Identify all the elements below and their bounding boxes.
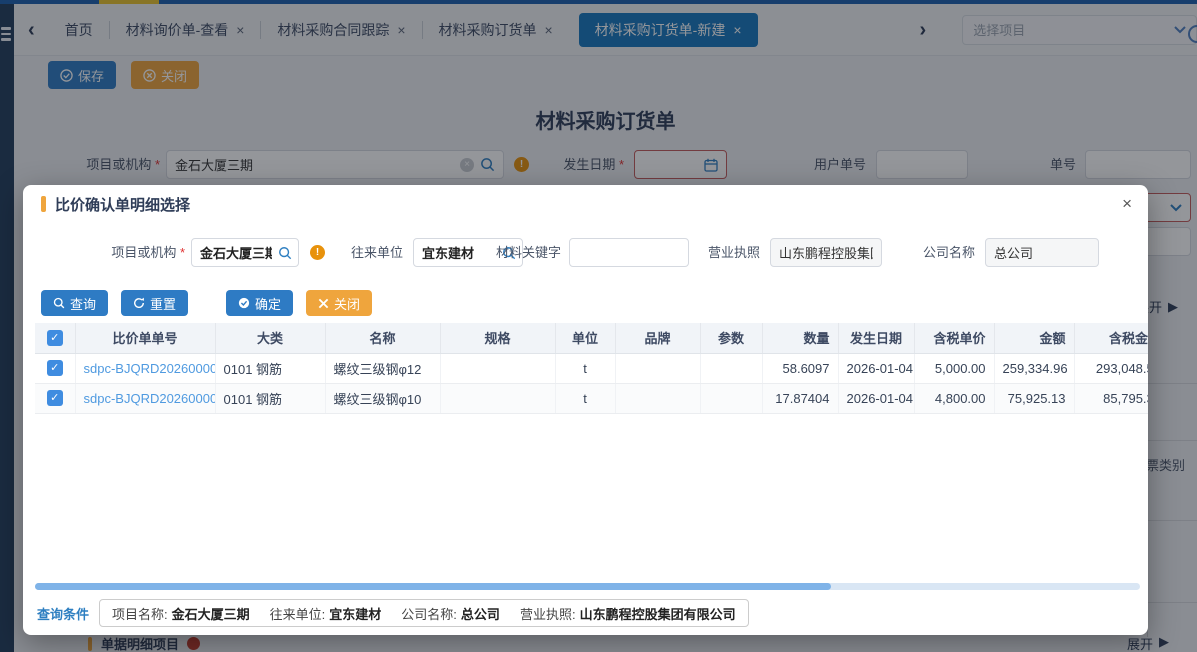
dialog-close-button-label: 关闭 (334, 294, 360, 313)
brand-cell (615, 383, 700, 413)
query-button[interactable]: 查询 (41, 290, 108, 316)
col-order-no: 比价单单号 (75, 323, 215, 353)
spec-cell (440, 383, 555, 413)
col-date: 发生日期 (838, 323, 914, 353)
order-no-link[interactable]: sdpc-BJQRD20260000 (75, 353, 215, 383)
scrollbar-thumb[interactable] (35, 583, 831, 590)
col-amount: 金额 (994, 323, 1074, 353)
dlg-project-field[interactable] (191, 238, 299, 267)
dlg-company-field (985, 238, 1099, 267)
dlg-license-field (770, 238, 882, 267)
row-select-cell: ✓ (35, 353, 75, 383)
dialog-title: 比价确认单明细选择 (55, 194, 190, 215)
col-qty: 数量 (762, 323, 838, 353)
unit-cell: t (555, 353, 615, 383)
param-cell (700, 383, 762, 413)
col-name: 名称 (325, 323, 440, 353)
col-param: 参数 (700, 323, 762, 353)
reset-button-label: 重置 (150, 294, 176, 313)
dlg-keyword-input[interactable] (578, 245, 680, 260)
select-all-header: ✓ (35, 323, 75, 353)
col-tax-amount: 含税金额 (1074, 323, 1148, 353)
name-cell: 螺纹三级钢φ10 (325, 383, 440, 413)
reset-button[interactable]: 重置 (121, 290, 188, 316)
qty-cell: 17.87404 (762, 383, 838, 413)
cond-value: 总公司 (461, 604, 500, 623)
tax-amount-cell: 293,048.50 (1074, 353, 1148, 383)
dialog-header: 比价确认单明细选择 (23, 185, 1148, 223)
close-icon (318, 298, 329, 309)
dlg-license-input (779, 245, 873, 260)
dlg-project-input[interactable] (200, 245, 272, 260)
search-icon[interactable] (278, 246, 292, 260)
query-conditions: 查询条件 项目名称:金石大厦三期 往来单位:宜东建材 公司名称:总公司 营业执照… (37, 599, 749, 627)
dlg-project-label: 项目或机构 (63, 238, 185, 267)
param-cell (700, 353, 762, 383)
query-button-label: 查询 (70, 294, 96, 313)
table-row[interactable]: ✓ sdpc-BJQRD20260000 0101 钢筋 螺纹三级钢φ12 t … (35, 353, 1148, 383)
dlg-partner-label: 往来单位 (341, 238, 403, 267)
search-icon (53, 297, 65, 309)
order-no-link[interactable]: sdpc-BJQRD20260000 (75, 383, 215, 413)
col-unit: 单位 (555, 323, 615, 353)
category-cell: 0101 钢筋 (215, 383, 325, 413)
cond-value: 金石大厦三期 (172, 604, 250, 623)
cond-key: 往来单位: (270, 604, 326, 623)
cond-key: 公司名称: (401, 604, 457, 623)
check-circle-icon (238, 297, 250, 309)
cond-key: 项目名称: (112, 604, 168, 623)
cond-value: 宜东建材 (329, 604, 381, 623)
info-icon[interactable]: ! (310, 245, 325, 260)
confirm-button-label: 确定 (255, 294, 281, 313)
table-header-row: ✓ 比价单单号 大类 名称 规格 单位 品牌 参数 数量 发生日期 含税单价 金… (35, 323, 1148, 353)
unit-cell: t (555, 383, 615, 413)
app-window: ‹ 首页 材料询价单-查看× 材料采购合同跟踪× 材料采购订货单× 材料采购订货… (0, 0, 1197, 652)
category-cell: 0101 钢筋 (215, 353, 325, 383)
col-spec: 规格 (440, 323, 555, 353)
cond-key: 营业执照: (520, 604, 576, 623)
col-unit-price: 含税单价 (914, 323, 994, 353)
amount-cell: 75,925.13 (994, 383, 1074, 413)
confirm-button[interactable]: 确定 (226, 290, 293, 316)
query-conditions-label: 查询条件 (37, 604, 89, 623)
col-brand: 品牌 (615, 323, 700, 353)
dialog-close-button[interactable]: 关闭 (306, 290, 372, 316)
dlg-company-input (994, 245, 1090, 260)
refresh-icon (133, 297, 145, 309)
row-select-cell: ✓ (35, 383, 75, 413)
col-category: 大类 (215, 323, 325, 353)
tax-amount-cell: 85,795.39 (1074, 383, 1148, 413)
amount-cell: 259,334.96 (994, 353, 1074, 383)
compare-detail-table: ✓ 比价单单号 大类 名称 规格 单位 品牌 参数 数量 发生日期 含税单价 金… (35, 323, 1148, 414)
qty-cell: 58.6097 (762, 353, 838, 383)
date-cell: 2026-01-04 (838, 353, 914, 383)
dlg-license-label: 营业执照 (685, 238, 760, 267)
dlg-keyword-field[interactable] (569, 238, 689, 267)
date-cell: 2026-01-04 (838, 383, 914, 413)
unit-price-cell: 4,800.00 (914, 383, 994, 413)
name-cell: 螺纹三级钢φ12 (325, 353, 440, 383)
cond-value: 山东鹏程控股集团有限公司 (580, 604, 736, 623)
title-marker (41, 196, 46, 212)
select-all-checkbox[interactable]: ✓ (47, 330, 63, 346)
row-checkbox[interactable]: ✓ (47, 390, 63, 406)
dlg-company-label: 公司名称 (901, 238, 975, 267)
compare-confirm-dialog: 比价确认单明细选择 × 项目或机构 ! 往来单位 材料关键字 营业执照 公司名称 (23, 185, 1148, 635)
query-conditions-box: 项目名称:金石大厦三期 往来单位:宜东建材 公司名称:总公司 营业执照:山东鹏程… (99, 599, 749, 627)
row-checkbox[interactable]: ✓ (47, 360, 63, 376)
horizontal-scrollbar[interactable] (35, 583, 1140, 590)
table-row[interactable]: ✓ sdpc-BJQRD20260000 0101 钢筋 螺纹三级钢φ10 t … (35, 383, 1148, 413)
dialog-close-icon[interactable]: × (1122, 195, 1132, 212)
spec-cell (440, 353, 555, 383)
dialog-actions: 查询 重置 确定 关闭 (41, 290, 372, 316)
brand-cell (615, 353, 700, 383)
dlg-keyword-label: 材料关键字 (483, 238, 561, 267)
unit-price-cell: 5,000.00 (914, 353, 994, 383)
